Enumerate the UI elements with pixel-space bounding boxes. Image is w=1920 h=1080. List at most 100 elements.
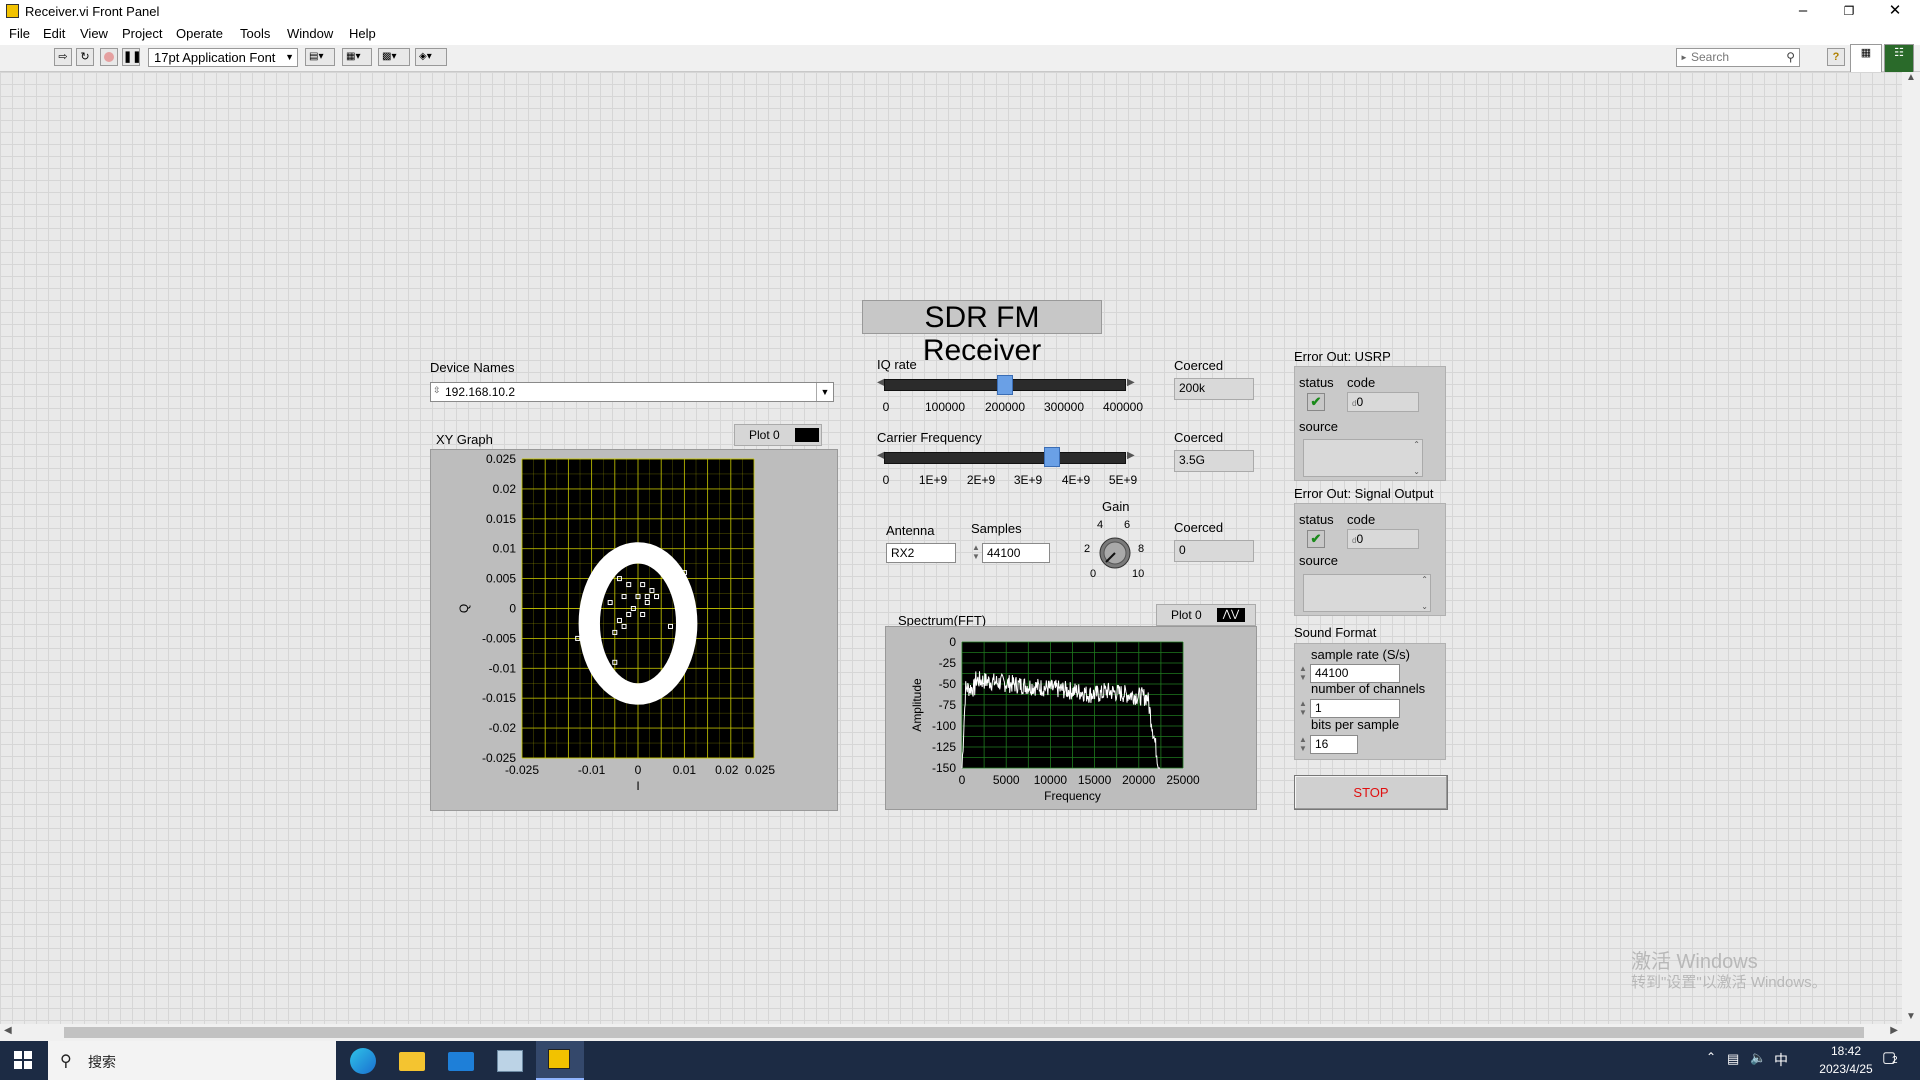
spectrum-y-tick: -50 [939, 677, 957, 691]
notification-icon[interactable]: ▢ 2 [1882, 1048, 1904, 1070]
sample-rate-stepper[interactable]: ▲ ▼ [1298, 664, 1308, 684]
menu-help[interactable]: Help [349, 26, 376, 41]
connector-pane-icon[interactable]: ▦ [1850, 44, 1882, 74]
spectrum-y-axis-label: Amplitude [910, 678, 924, 732]
menu-tools[interactable]: Tools [240, 26, 270, 41]
carrier-frequency-slider-thumb[interactable] [1043, 447, 1060, 467]
carrier-coerced-label: Coerced [1174, 430, 1224, 445]
antenna-input[interactable]: RX2 [886, 543, 956, 563]
iq-tick: 400000 [1102, 400, 1144, 414]
gain-coerced-label: Coerced [1174, 520, 1224, 535]
network-icon[interactable]: ▤ [1727, 1051, 1739, 1067]
spectrum-y-tick: -150 [932, 761, 956, 775]
file-explorer-icon[interactable] [399, 1052, 425, 1071]
run-arrow-icon[interactable]: ⇨ [54, 48, 72, 66]
error-signal-source: ⌃ ⌄ [1303, 574, 1431, 612]
menu-edit[interactable]: Edit [43, 26, 65, 41]
pause-icon[interactable]: ❚❚ [122, 48, 141, 66]
xy-plot-legend[interactable]: Plot 0 [734, 424, 822, 446]
taskbar-search[interactable]: ⚲ 搜索 [48, 1041, 336, 1080]
samples-input[interactable]: 44100 [982, 543, 1050, 563]
ime-indicator[interactable]: 中 [1774, 1050, 1788, 1070]
samples-stepper[interactable]: ▲ ▼ [971, 543, 981, 563]
help-icon[interactable]: ? [1827, 48, 1845, 66]
xy-y-tick: 0.01 [493, 542, 517, 556]
spectrum-x-tick: 15000 [1078, 773, 1112, 787]
minimize-button[interactable]: – [1780, 0, 1826, 23]
device-names-combo[interactable]: ⇳ 192.168.10.2 ▼ [430, 382, 834, 402]
volume-icon[interactable]: 🔈 [1750, 1050, 1766, 1066]
bits-stepper[interactable]: ▲ ▼ [1298, 735, 1308, 755]
edge-browser-icon[interactable] [350, 1048, 376, 1074]
iq-tick: 100000 [924, 400, 966, 414]
gain-tick: 6 [1124, 519, 1131, 531]
error-signal-cluster: status code ✔ d0 source ⌃ ⌄ [1294, 503, 1446, 616]
activation-watermark-text: 转到"设置"以激活 Windows。 [1631, 974, 1827, 991]
run-continuously-icon[interactable]: ↻ [76, 48, 94, 66]
windows-start-icon[interactable] [14, 1051, 32, 1069]
xy-plot-legend-label: Plot 0 [749, 428, 780, 442]
carrier-tick: 3E+9 [1013, 473, 1043, 487]
app-window-icon[interactable] [497, 1050, 523, 1072]
channels-input[interactable]: 1 [1310, 699, 1400, 718]
gain-knob[interactable] [1094, 535, 1136, 573]
status-label: status [1299, 512, 1334, 527]
device-names-label: Device Names [430, 360, 515, 375]
spectrum-y-tick: 0 [949, 635, 956, 649]
search-input[interactable]: ► Search ⚲ [1676, 48, 1800, 67]
iq-rate-slider-thumb[interactable] [996, 375, 1013, 395]
xy-graph[interactable]: -0.025 -0.01 0 0.01 0.02 0.025 0.025 0.02 0.015 0… [430, 449, 838, 811]
spectrum-plot-legend[interactable]: Plot 0 ⋀⋁ [1156, 604, 1256, 626]
labview-icon [548, 1049, 570, 1069]
abort-icon[interactable] [100, 48, 118, 66]
status-label: status [1299, 375, 1334, 390]
horizontal-scroll-thumb[interactable] [64, 1027, 1864, 1038]
spectrum-graph[interactable]: 0 5000 10000 15000 20000 25000 0 -25 -50 -75 -100 -… [885, 626, 1257, 810]
xy-y-tick: 0.005 [486, 572, 516, 586]
reorder-icon[interactable]: ◈▾ [415, 48, 447, 66]
gain-tick: 2 [1084, 543, 1091, 555]
chevron-up-icon[interactable]: ⌃ [1706, 1050, 1716, 1064]
menu-project[interactable]: Project [122, 26, 162, 41]
spectrum-x-tick: 0 [959, 773, 966, 787]
error-usrp-source: ⌃ ⌄ [1303, 439, 1423, 477]
restore-button[interactable]: ❐ [1826, 0, 1872, 23]
menu-operate[interactable]: Operate [176, 26, 223, 41]
channels-stepper[interactable]: ▲ ▼ [1298, 699, 1308, 719]
mail-icon[interactable] [448, 1052, 474, 1071]
vertical-scrollbar[interactable]: ▲ ▼ [1902, 72, 1920, 1024]
plot-style-icon [795, 428, 819, 442]
menu-window[interactable]: Window [287, 26, 333, 41]
stop-button[interactable]: STOP [1294, 775, 1448, 810]
iq-tick: 200000 [984, 400, 1026, 414]
menu-file[interactable]: File [9, 26, 30, 41]
slider-increment-icon[interactable]: ▶ [1127, 450, 1135, 461]
vi-icon[interactable]: ☷ [1884, 44, 1914, 74]
labview-taskbar-button[interactable] [536, 1041, 584, 1080]
error-signal-code: d0 [1347, 529, 1419, 549]
clock-time[interactable]: 18:42 [1816, 1044, 1876, 1058]
menu-view[interactable]: View [80, 26, 108, 41]
resize-objects-icon[interactable]: ▩▾ [378, 48, 410, 66]
gain-label: Gain [1102, 499, 1130, 514]
slider-increment-icon[interactable]: ▶ [1127, 377, 1135, 388]
chevron-down-icon[interactable]: ▼ [816, 383, 833, 401]
spectrum-y-tick: -125 [932, 740, 956, 754]
carrier-frequency-slider[interactable] [884, 452, 1126, 464]
xy-x-tick: -0.025 [505, 763, 539, 777]
iq-tick: 300000 [1043, 400, 1085, 414]
align-objects-icon[interactable]: ▤▾ [305, 48, 335, 66]
close-button[interactable]: ✕ [1872, 0, 1918, 23]
bits-input[interactable]: 16 [1310, 735, 1358, 754]
status-checkmark-icon: ✔ [1307, 393, 1325, 411]
font-select[interactable]: 17pt Application Font ▼ [148, 48, 298, 67]
spectrum-x-tick: 25000 [1166, 773, 1200, 787]
xy-x-axis-label: I [636, 779, 639, 793]
xy-y-tick: -0.005 [482, 631, 516, 645]
iq-coerced-indicator: 200k [1174, 378, 1254, 400]
distribute-objects-icon[interactable]: ▦▾ [342, 48, 372, 66]
error-usrp-code: d0 [1347, 392, 1419, 412]
xy-y-tick: 0.02 [493, 482, 517, 496]
taskbar-search-text: 搜索 [88, 1054, 116, 1070]
clock-date[interactable]: 2023/4/25 [1808, 1062, 1884, 1076]
